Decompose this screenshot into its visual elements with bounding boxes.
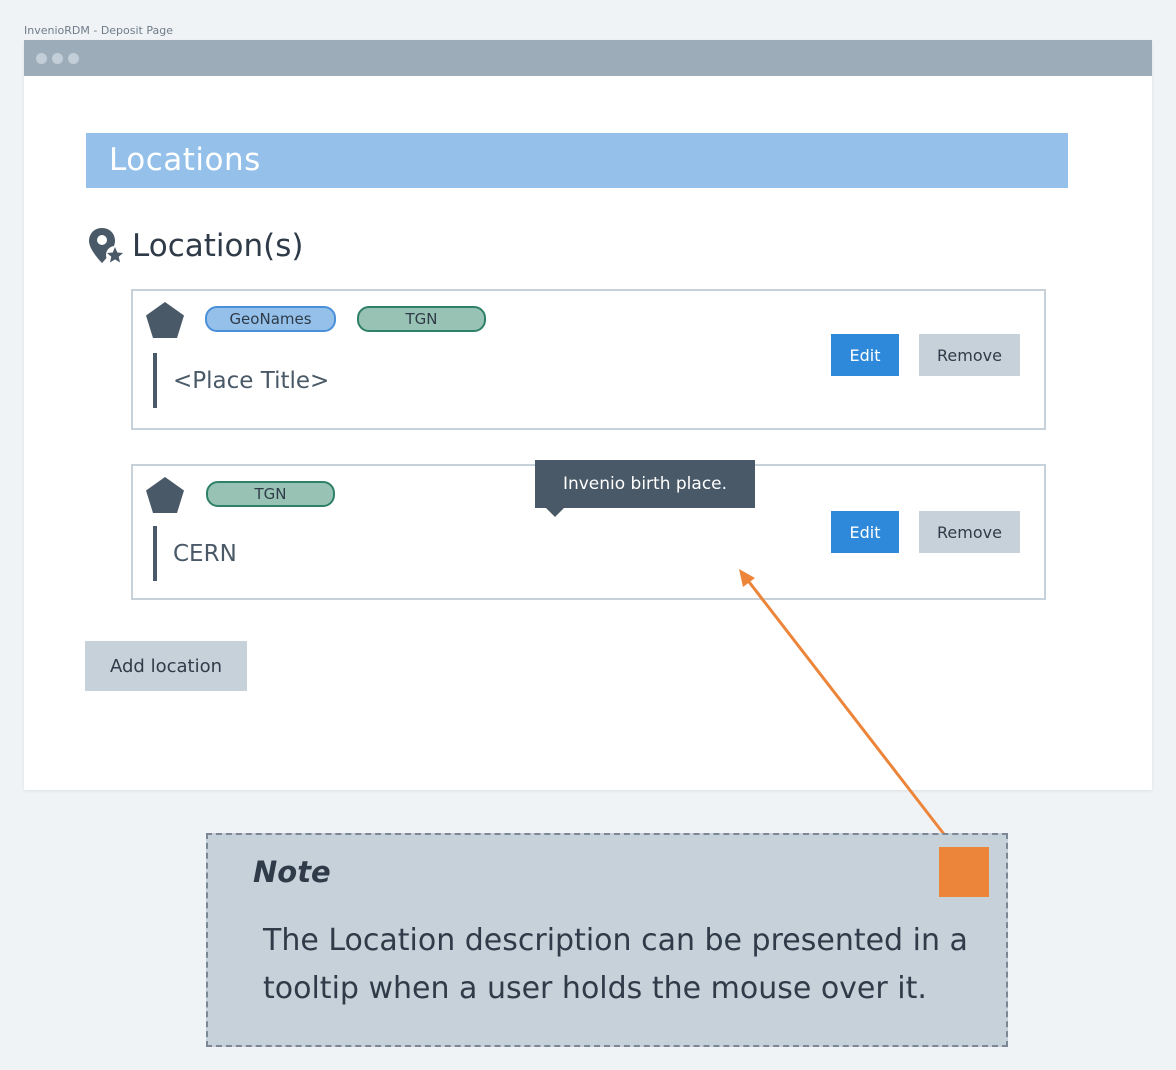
- window-dot-icon[interactable]: [36, 53, 47, 64]
- note-box: Note The Location description can be pre…: [206, 833, 1008, 1047]
- note-body: The Location description can be presente…: [263, 923, 968, 1006]
- place-title: <Place Title>: [153, 353, 329, 408]
- edit-button[interactable]: Edit: [831, 511, 899, 553]
- badge-geonames: GeoNames: [205, 306, 336, 332]
- section-header: Locations: [86, 133, 1068, 188]
- remove-button[interactable]: Remove: [919, 334, 1020, 376]
- window-titlebar: [24, 40, 1152, 76]
- remove-button[interactable]: Remove: [919, 511, 1020, 553]
- browser-window: Locations Location(s) GeoNames TGN <Plac…: [24, 40, 1152, 790]
- add-location-button[interactable]: Add location: [85, 641, 247, 691]
- edit-button[interactable]: Edit: [831, 334, 899, 376]
- tooltip-text: Invenio birth place.: [562, 474, 728, 494]
- badge-tgn: TGN: [357, 306, 486, 332]
- field-heading-label: Location(s): [132, 228, 304, 264]
- map-marker-star-icon: [89, 228, 124, 264]
- pentagon-icon: [146, 477, 184, 513]
- page: InvenioRDM - Deposit Page Locations Loca…: [0, 0, 1176, 1070]
- window-caption: InvenioRDM - Deposit Page: [24, 24, 173, 37]
- section-title: Locations: [109, 142, 261, 178]
- place-title[interactable]: CERN: [153, 526, 237, 581]
- note-title: Note: [253, 855, 331, 889]
- pentagon-icon: [146, 302, 184, 338]
- window-dot-icon[interactable]: [52, 53, 63, 64]
- location-item: GeoNames TGN <Place Title> Edit Remove: [131, 289, 1046, 430]
- location-description-tooltip: Invenio birth place.: [535, 460, 755, 517]
- note-marker: [939, 847, 989, 897]
- badge-tgn: TGN: [206, 481, 335, 507]
- field-heading: Location(s): [88, 224, 303, 268]
- window-dot-icon[interactable]: [68, 53, 79, 64]
- tooltip-pointer: [545, 507, 565, 517]
